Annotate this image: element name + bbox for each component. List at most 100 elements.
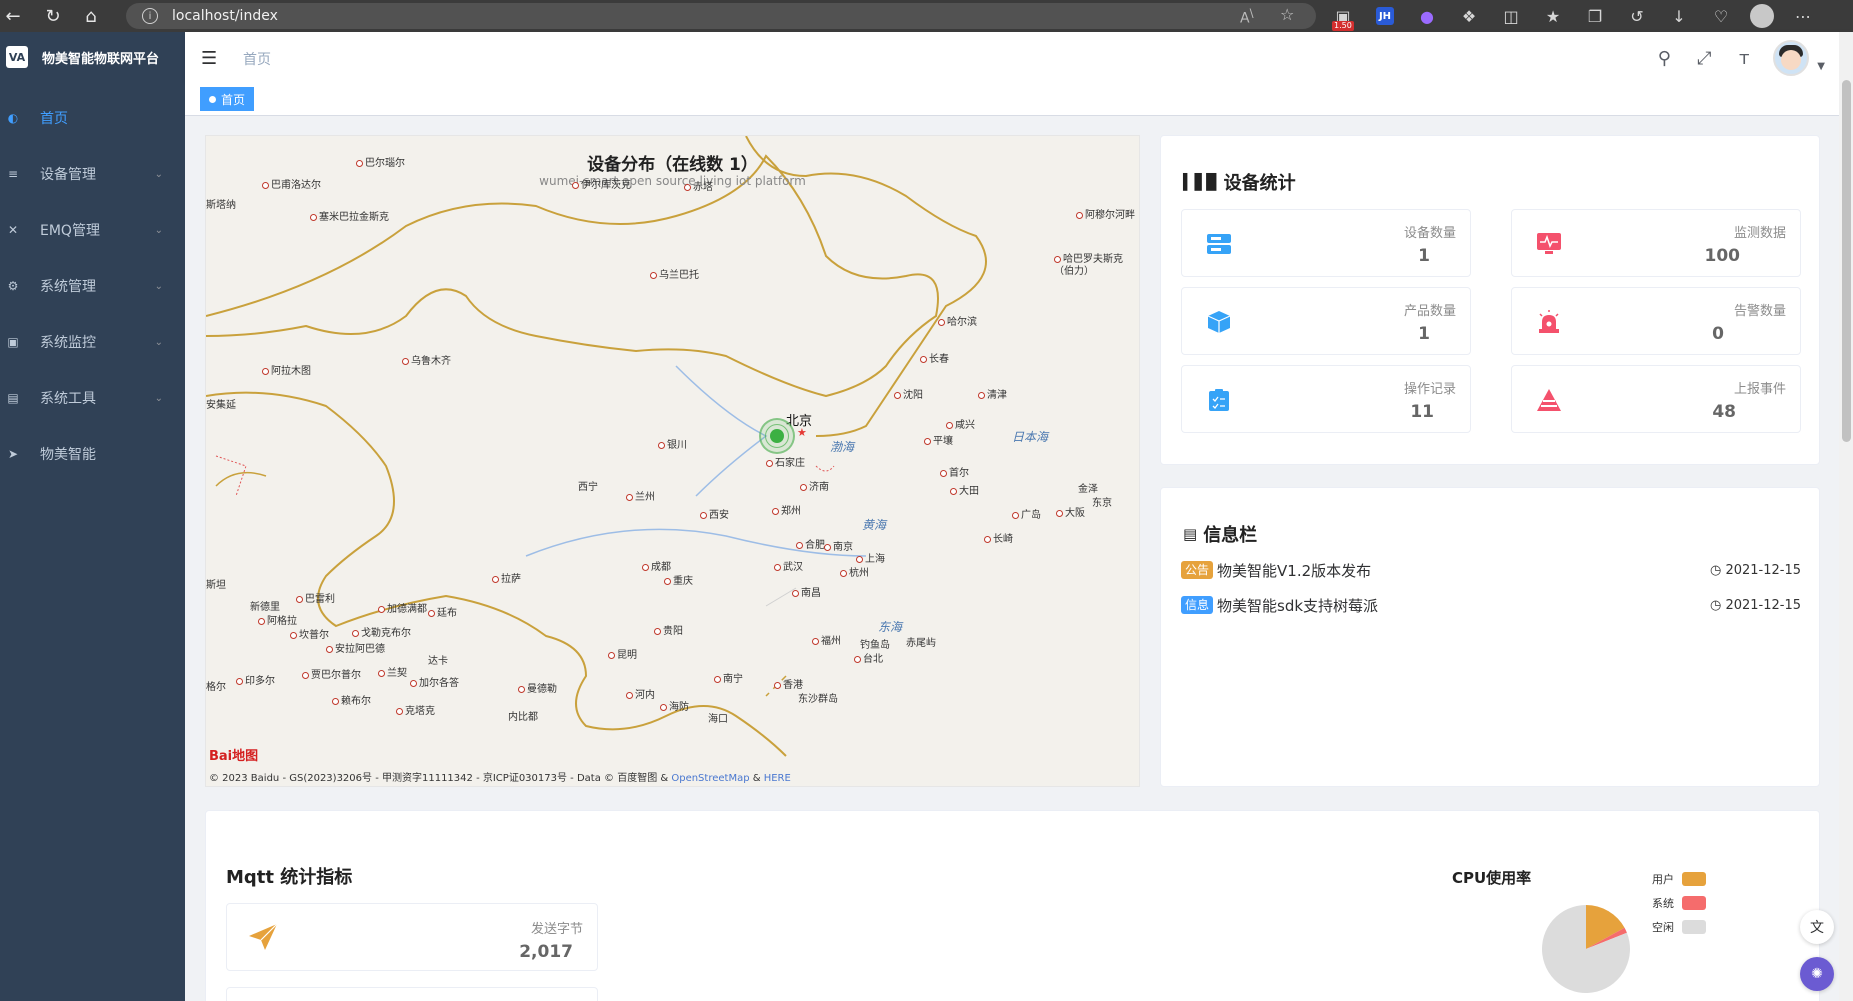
- legend-item-user[interactable]: 用户: [1652, 867, 1706, 891]
- device-map[interactable]: 设备分布（在线数 1） wumei-smart open source livi…: [205, 135, 1140, 787]
- back-icon[interactable]: ←: [0, 3, 26, 29]
- hamburger-icon[interactable]: ☰: [201, 48, 217, 69]
- info-title: ▤ 信息栏: [1183, 525, 1258, 546]
- extensions-puzzle-icon[interactable]: ❖: [1456, 3, 1482, 29]
- city-label: 福州: [812, 632, 841, 647]
- city-label: 加尔各答: [410, 674, 459, 689]
- sidebar-item-home[interactable]: ◐ 首页: [0, 90, 185, 146]
- sidebar-item-system-tools[interactable]: ▤ 系统工具 ⌄: [0, 370, 185, 426]
- city-label: 东沙群岛: [798, 694, 838, 705]
- mqtt-stats-card: Mqtt 统计指标 发送字节 2,017 CPU使用率 用户 系统 空闲: [205, 810, 1820, 1001]
- browser-menu-icon[interactable]: ⋯: [1790, 3, 1816, 29]
- breadcrumb[interactable]: 首页: [243, 49, 271, 69]
- legend-item-idle[interactable]: 空闲: [1652, 915, 1706, 939]
- map-background: [206, 136, 1139, 786]
- extension-jh-icon[interactable]: JH: [1376, 7, 1394, 25]
- extension-badge-icon[interactable]: ▣ 1.50: [1330, 3, 1356, 31]
- split-screen-icon[interactable]: ◫: [1498, 3, 1524, 29]
- cpu-pie-chart[interactable]: [1536, 899, 1636, 999]
- city-label: 安集延: [206, 400, 236, 411]
- city-label: 格尔: [206, 682, 226, 693]
- reload-icon[interactable]: ↻: [40, 3, 66, 29]
- sidebar-item-system-monitor[interactable]: ▣ 系统监控 ⌄: [0, 314, 185, 370]
- tag-home[interactable]: 首页: [200, 87, 255, 111]
- cube-icon: [1204, 308, 1234, 336]
- mqtt-sent-bytes[interactable]: 发送字节 2,017: [226, 903, 598, 971]
- city-label: 斯坦: [206, 580, 226, 591]
- sea-label: 东海: [878, 620, 903, 634]
- list-item[interactable]: 公告 物美智能V1.2版本发布 ◷ 2021-12-15: [1181, 558, 1801, 582]
- favorites-icon[interactable]: ★: [1540, 3, 1566, 29]
- stat-product-count[interactable]: 产品数量 1: [1181, 287, 1471, 355]
- read-aloud-icon[interactable]: A\: [1240, 6, 1254, 27]
- here-link[interactable]: HERE: [764, 773, 791, 784]
- performance-icon[interactable]: ♡: [1708, 3, 1734, 29]
- city-label: 南宁: [714, 670, 743, 685]
- home-icon[interactable]: ⌂: [78, 3, 104, 29]
- gear-icon: ⚙: [7, 279, 19, 293]
- sidebar-item-device-management[interactable]: ≡ 设备管理 ⌄: [0, 146, 185, 202]
- app-title: 物美智能物联网平台: [42, 51, 160, 67]
- sidebar-logo[interactable]: VA 物美智能物联网平台: [0, 32, 185, 82]
- sea-label: 渤海: [830, 440, 855, 454]
- history-icon[interactable]: ↺: [1624, 3, 1650, 29]
- translate-icon[interactable]: 文: [1800, 910, 1834, 944]
- city-label: 长崎: [984, 530, 1013, 545]
- scrollbar[interactable]: [1839, 32, 1853, 1001]
- osm-link[interactable]: OpenStreetMap: [671, 773, 749, 784]
- city-label: 钓鱼岛: [860, 640, 890, 651]
- city-label: 巴雷利: [296, 590, 335, 605]
- city-label: 廷布: [428, 604, 457, 619]
- monitor-icon: ▣: [7, 335, 19, 349]
- stat-operation-log[interactable]: 操作记录 11: [1181, 365, 1471, 433]
- scrollbar-thumb[interactable]: [1842, 80, 1851, 442]
- caret-down-icon[interactable]: ▼: [1817, 61, 1825, 72]
- city-label: 成都: [642, 558, 671, 573]
- city-label: 赖布尔: [332, 692, 371, 707]
- city-label: 首尔: [940, 464, 969, 479]
- document-icon: ▤: [1183, 525, 1198, 543]
- legend-item-system[interactable]: 系统: [1652, 891, 1706, 915]
- city-label: 新德里: [250, 602, 280, 613]
- address-bar[interactable]: i localhost/index: [126, 3, 1316, 29]
- sidebar-item-system-management[interactable]: ⚙ 系统管理 ⌄: [0, 258, 185, 314]
- city-label: 贵阳: [654, 622, 683, 637]
- sidebar-item-emq-management[interactable]: ✕ EMQ管理 ⌄: [0, 202, 185, 258]
- toolbox-icon: ▤: [7, 391, 19, 405]
- mqtt-metric-box[interactable]: [226, 987, 598, 1001]
- assistant-icon[interactable]: ✺: [1800, 957, 1834, 991]
- city-label: 拉萨: [492, 570, 521, 585]
- info-tag: 信息: [1181, 596, 1214, 614]
- city-label: 赤尾屿: [906, 638, 936, 649]
- map-title: 设备分布（在线数 1）: [587, 155, 758, 175]
- collections-icon[interactable]: ❐: [1582, 3, 1608, 29]
- city-label: 哈尔滨: [938, 313, 977, 328]
- stat-device-count[interactable]: 设备数量 1: [1181, 209, 1471, 277]
- info-card: ▤ 信息栏 公告 物美智能V1.2版本发布 ◷ 2021-12-15 信息 物美…: [1160, 487, 1820, 787]
- favorite-star-icon[interactable]: ☆: [1280, 5, 1294, 24]
- city-label: 银川: [658, 436, 687, 451]
- list-item[interactable]: 信息 物美智能sdk支持树莓派 ◷ 2021-12-15: [1181, 593, 1801, 617]
- layers-icon: ≡: [7, 167, 19, 181]
- warning-icon: [1534, 386, 1564, 414]
- downloads-icon[interactable]: ↓: [1666, 3, 1692, 29]
- stat-alarm-count[interactable]: 告警数量 0: [1511, 287, 1801, 355]
- extension-circle-icon[interactable]: ●: [1414, 3, 1440, 29]
- profile-avatar[interactable]: [1750, 4, 1774, 28]
- city-label: 昆明: [608, 646, 637, 661]
- city-label: 塞米巴拉金斯克: [310, 208, 389, 223]
- stat-monitor-data[interactable]: 监测数据 100: [1511, 209, 1801, 277]
- city-label: 印多尔: [236, 672, 275, 687]
- site-info-icon[interactable]: i: [142, 8, 158, 24]
- map-subtitle: wumei-smart open source living iot platf…: [539, 174, 806, 188]
- avatar[interactable]: [1773, 40, 1810, 76]
- search-icon[interactable]: ⚲: [1653, 48, 1675, 69]
- city-label: 郑州: [772, 502, 801, 517]
- notice-tag: 公告: [1181, 561, 1214, 579]
- sidebar-item-wumei[interactable]: ➤ 物美智能: [0, 426, 185, 482]
- font-size-icon[interactable]: ᴛ: [1733, 48, 1755, 69]
- chevron-down-icon: ⌄: [154, 336, 163, 348]
- fullscreen-icon[interactable]: ⤢: [1693, 48, 1715, 69]
- stat-report-events[interactable]: 上报事件 48: [1511, 365, 1801, 433]
- city-label: 阿拉木图: [262, 362, 311, 377]
